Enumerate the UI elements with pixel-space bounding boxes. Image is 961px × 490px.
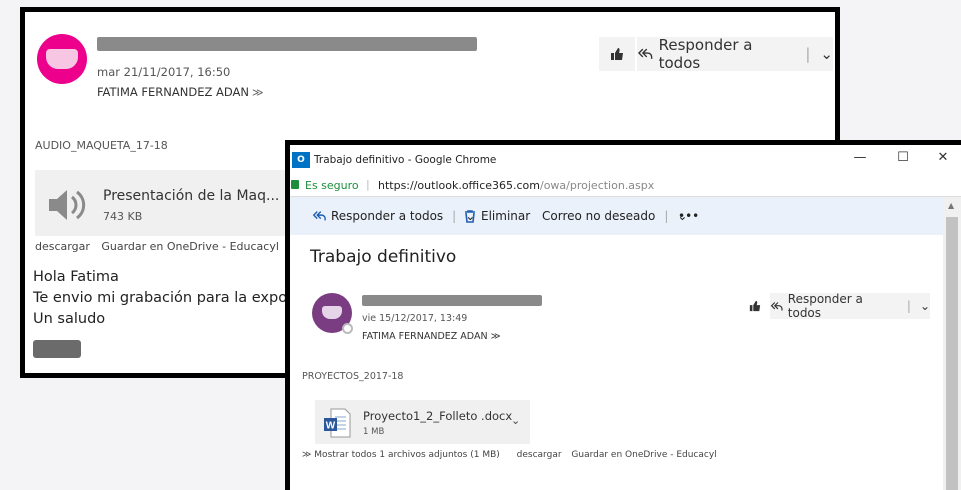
scroll-thumb[interactable]: [946, 217, 958, 490]
chrome-window: O Trabajo definitivo - Google Chrome — ☐…: [285, 140, 961, 490]
reply-all-icon: [770, 301, 783, 310]
owa-toolbar: Responder a todos | ⌄ Eliminar Correo no …: [290, 197, 961, 235]
speaker-icon: [49, 190, 86, 220]
body-line: Hola Fatima: [33, 269, 119, 285]
body-line: Te envio mi grabación para la expos: [33, 290, 295, 306]
scroll-up-icon[interactable]: ▲: [948, 201, 954, 210]
email-subject: Trabajo definitivo: [310, 247, 457, 267]
sender-avatar[interactable]: [37, 34, 87, 84]
thumbs-up-icon: [749, 300, 761, 312]
junk-button[interactable]: Correo no deseado | ⌄: [542, 209, 687, 223]
outlook-icon: O: [292, 152, 310, 168]
close-icon[interactable]: ✕: [928, 150, 958, 165]
reply-all-icon: [312, 211, 326, 221]
word-letter: W: [326, 421, 336, 432]
recipient-name: FATIMA FERNANDEZ ADAN: [362, 331, 488, 342]
address-bar[interactable]: Es seguro | https://outlook.office365.co…: [290, 175, 961, 197]
attachment-card[interactable]: W Proyecto1_2_Folleto .docx 1 MB ⌄: [315, 400, 530, 444]
show-all-label: Mostrar todos 1 archivos adjuntos (1 MB): [314, 450, 500, 460]
reply-all-button[interactable]: Responder a todos | ⌄: [312, 209, 475, 223]
lock-icon: [291, 180, 299, 189]
url: https://outlook.office365.com/owa/projec…: [378, 179, 654, 192]
minimize-icon[interactable]: —: [845, 150, 875, 165]
secure-label: Es seguro: [305, 179, 359, 192]
attachment-name: Proyecto1_2_Folleto .docx: [363, 409, 513, 423]
reply-all-label: Responder a todos: [331, 209, 444, 223]
redacted-signature: [33, 340, 81, 358]
separator: |: [366, 178, 370, 191]
download-link[interactable]: descargar: [517, 450, 562, 460]
save-onedrive-link[interactable]: Guardar en OneDrive - Educacyl: [571, 450, 716, 460]
url-path: /owa/projection.aspx: [540, 179, 655, 192]
sender-avatar[interactable]: [312, 293, 353, 334]
attachment-size: 1 MB: [363, 427, 385, 437]
reply-all-button[interactable]: Responder a todos | ⌄: [637, 36, 833, 72]
separator: |: [906, 299, 911, 313]
title-bar: O Trabajo definitivo - Google Chrome — ☐…: [290, 145, 961, 175]
person-icon: [322, 306, 342, 319]
attachment-actions: descargar Guardar en OneDrive - Educacyl: [35, 240, 287, 253]
download-link[interactable]: descargar: [35, 240, 90, 253]
like-button[interactable]: [742, 293, 768, 319]
reply-all-button[interactable]: Responder a todos | ⌄: [770, 292, 930, 320]
maximize-icon[interactable]: ☐: [888, 150, 918, 165]
body-line: Un saludo: [33, 311, 106, 327]
more-button[interactable]: •••: [678, 209, 699, 223]
person-icon: [46, 49, 78, 69]
url-host: https://outlook.office365.com: [378, 179, 540, 192]
window-title: Trabajo definitivo - Google Chrome: [314, 154, 497, 166]
chevron-down-icon: ≫: [251, 86, 264, 99]
word-doc-icon: W: [324, 408, 351, 438]
delete-button[interactable]: Eliminar: [464, 209, 530, 223]
recipient[interactable]: FATIMA FERNANDEZ ADAN ≫: [97, 85, 264, 99]
trash-icon: [465, 209, 475, 223]
redacted-sender: [97, 37, 477, 51]
email-date: mar 21/11/2017, 16:50: [97, 65, 231, 79]
chevron-down-icon[interactable]: ⌄: [511, 414, 520, 427]
chevron-down-icon[interactable]: ⌄: [820, 45, 833, 63]
attachment-folder-label: PROYECTOS_2017-18: [302, 371, 404, 382]
chevron-down-icon[interactable]: ⌄: [920, 299, 930, 313]
attachment-actions: ≫ Mostrar todos 1 archivos adjuntos (1 M…: [302, 450, 724, 460]
delete-label: Eliminar: [481, 209, 531, 223]
scrollbar[interactable]: ▲: [943, 197, 961, 490]
recipient[interactable]: FATIMA FERNANDEZ ADAN ≫: [362, 331, 501, 342]
separator: |: [664, 209, 669, 223]
like-button[interactable]: [599, 37, 635, 71]
thumbs-up-icon: [611, 48, 623, 60]
junk-label: Correo no deseado: [542, 209, 656, 223]
chevron-down-icon: ≫: [490, 331, 501, 342]
show-all-attachments-link[interactable]: ≫ Mostrar todos 1 archivos adjuntos (1 M…: [302, 450, 507, 460]
recipient-name: FATIMA FERNANDEZ ADAN: [97, 85, 249, 99]
attachment-folder-label: AUDIO_MAQUETA_17-18: [35, 139, 168, 152]
reply-all-label: Responder a todos: [787, 292, 863, 320]
separator: |: [452, 209, 457, 223]
reply-all-label: Responder a todos: [658, 36, 753, 72]
save-onedrive-link[interactable]: Guardar en OneDrive - Educacyl: [101, 240, 279, 253]
email-date: vie 15/12/2017, 13:49: [362, 313, 468, 324]
attachment-card[interactable]: Presentación de la Maq... 743 KB: [35, 170, 295, 236]
attachment-name: Presentación de la Maq...: [103, 188, 280, 204]
redacted-sender: [362, 295, 542, 306]
more-icon: •••: [678, 209, 700, 223]
reply-all-icon: [637, 48, 653, 59]
attachment-size: 743 KB: [103, 210, 143, 223]
presence-icon: [342, 323, 353, 334]
separator: |: [805, 45, 811, 63]
